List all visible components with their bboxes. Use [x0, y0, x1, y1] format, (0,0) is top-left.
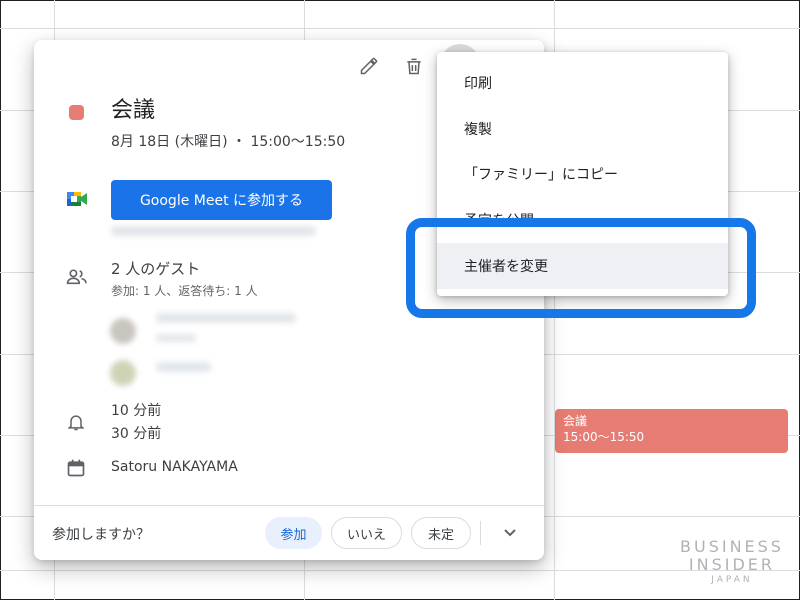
trash-icon	[407, 58, 421, 75]
card-divider	[34, 505, 544, 506]
event-title: 会議	[111, 98, 156, 123]
bell-icon	[66, 412, 86, 436]
guests-icon	[66, 268, 88, 290]
blurred-meet-link	[111, 226, 316, 236]
blurred-guest-name	[156, 313, 296, 323]
rsvp-separator	[480, 521, 481, 545]
chevron-down-icon	[504, 529, 516, 537]
blurred-guest-name	[156, 362, 211, 372]
organizer-name: Satoru NAKAYAMA	[111, 459, 238, 475]
logo-line-2: INSIDER	[688, 555, 776, 574]
business-insider-logo: BUSINESS INSIDER JAPAN	[680, 538, 784, 586]
rsvp-maybe-chip[interactable]: 未定	[411, 517, 471, 549]
logo-line-3: JAPAN	[711, 575, 753, 585]
guest-response-summary: 参加: 1 人、返答待ち: 1 人	[111, 284, 258, 298]
edit-button[interactable]	[355, 52, 383, 80]
rsvp-question: 参加しますか？	[52, 527, 150, 543]
logo-line-1: BUSINESS	[680, 537, 784, 556]
guest-avatar	[110, 360, 136, 386]
menu-item-copy-to-family[interactable]: 「ファミリー」にコピー	[437, 151, 728, 197]
calendar-event-title: 会議	[563, 414, 588, 428]
guest-count: 2 人のゲスト	[111, 260, 201, 278]
blurred-guest-status	[156, 334, 196, 342]
event-color-swatch	[69, 105, 84, 120]
guest-avatar	[110, 318, 136, 344]
join-google-meet-button[interactable]: Google Meet に参加する	[111, 180, 332, 220]
rsvp-no-chip[interactable]: いいえ	[331, 517, 402, 549]
calendar-event-time: 15:00～15:50	[563, 430, 645, 444]
calendar-icon	[66, 458, 86, 482]
reminder-item: 10 分前	[111, 403, 162, 419]
event-datetime: 8月 18日 (木曜日) ・ 15:00～15:50	[111, 134, 346, 150]
menu-item-duplicate[interactable]: 複製	[437, 106, 728, 152]
annotation-highlight	[406, 218, 756, 318]
delete-button[interactable]	[400, 52, 428, 80]
rsvp-yes-chip[interactable]: 参加	[265, 517, 322, 549]
reminder-item: 30 分前	[111, 426, 162, 442]
google-meet-icon	[66, 190, 88, 212]
pencil-icon	[360, 57, 378, 75]
grid-line	[0, 28, 800, 29]
menu-item-print[interactable]: 印刷	[437, 60, 728, 106]
calendar-event-block[interactable]: 会議 15:00～15:50	[555, 409, 788, 453]
rsvp-more-button[interactable]	[496, 519, 524, 547]
